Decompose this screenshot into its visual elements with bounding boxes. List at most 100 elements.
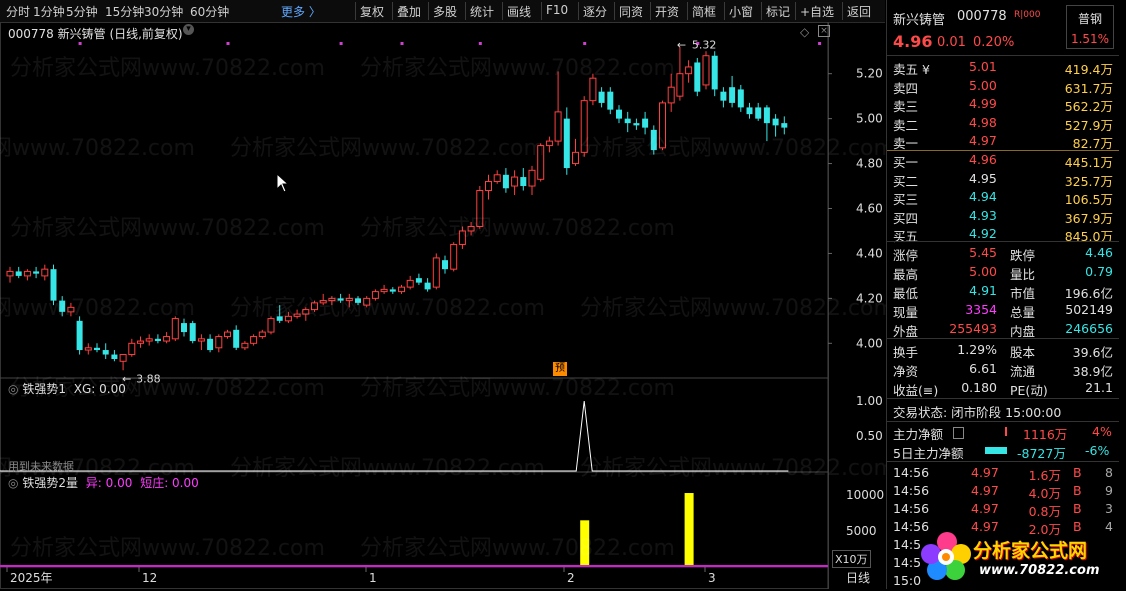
candle-body-down xyxy=(207,338,214,351)
stat-label: 现量 xyxy=(893,305,919,320)
quote-volume: 527.9万 xyxy=(1064,117,1113,133)
tool-button-2[interactable]: 多股 xyxy=(433,3,457,20)
candle-body-up xyxy=(528,169,536,187)
period-tab-1[interactable]: 1分钟 xyxy=(33,3,65,20)
quote-volume: 325.7万 xyxy=(1064,173,1113,189)
quote-price: 5.01 xyxy=(969,59,997,74)
period-tab-3[interactable]: 15分钟 xyxy=(105,3,144,20)
price-axis-label: 4.80 xyxy=(856,157,883,171)
tool-button-3[interactable]: 统计 xyxy=(470,3,494,20)
yu-badge[interactable]: 预 xyxy=(553,362,567,376)
candle-body-up xyxy=(267,318,275,333)
candle-body-up xyxy=(432,257,440,288)
tool-button-5[interactable]: F10 xyxy=(546,3,568,17)
tick-price: 4.97 xyxy=(971,465,999,480)
tool-button-8[interactable]: 开资 xyxy=(655,3,679,20)
candle-body-up xyxy=(119,354,127,362)
candle-body-up xyxy=(145,338,153,342)
candle-body-down xyxy=(694,62,701,92)
zl-row[interactable]: 主力净额 1116万 4% xyxy=(887,423,1119,442)
tick-count: 8 xyxy=(1105,465,1113,480)
tool-button-12[interactable]: +自选 xyxy=(800,3,834,20)
tool-button-7[interactable]: 同资 xyxy=(619,3,643,20)
candle-body-down xyxy=(520,177,527,187)
stat-label: 涨停 xyxy=(893,248,919,263)
candle-body-down xyxy=(755,107,762,119)
ask-row[interactable]: 卖五 ¥ 5.01 419.4万 xyxy=(887,58,1119,77)
bid-row[interactable]: 买三 4.94 106.5万 xyxy=(887,188,1119,207)
period-tab-0[interactable]: 分时 xyxy=(6,3,30,20)
toolbar-separator xyxy=(502,2,503,20)
date-axis-label: 2 xyxy=(567,571,575,585)
chevron-down-icon[interactable]: ▾ xyxy=(183,24,194,35)
toolbar: 分时 1分钟 5分钟 15分钟 30分钟 60分钟 更多 〉 复权 叠加 多股 统计 画线 F10 逐分同… xyxy=(0,0,885,23)
candle-body-up xyxy=(458,230,466,245)
candle-body-up xyxy=(685,66,693,75)
tool-button-9[interactable]: 简框 xyxy=(692,3,716,20)
tick-time: 14:56 xyxy=(893,465,930,480)
candle-body-up xyxy=(6,270,14,277)
close-icon[interactable]: × xyxy=(818,25,830,37)
candle-body-up xyxy=(537,145,545,180)
tool-button-10[interactable]: 小窗 xyxy=(729,3,753,20)
candle-body-up xyxy=(345,297,353,302)
tool-button-13[interactable]: 返回 xyxy=(847,3,871,20)
stat2-row: 换手 1.29% 股本 39.6亿 xyxy=(887,341,1119,360)
ind2-collapse-icon: ◎ xyxy=(8,476,19,490)
candle-body-down xyxy=(624,118,631,124)
ask-row[interactable]: 卖二 4.98 527.9万 xyxy=(887,114,1119,133)
quote-panel: 新兴铸管 000778 R|000 普钢 1.51% 4.96 0.01 0.2… xyxy=(886,0,1126,589)
period-tab-5[interactable]: 60分钟 xyxy=(190,3,229,20)
candle-body-down xyxy=(102,350,109,355)
bid-row[interactable]: 买四 4.93 367.9万 xyxy=(887,207,1119,226)
toolbar-separator xyxy=(650,2,651,20)
period-tab-4[interactable]: 30分钟 xyxy=(144,3,183,20)
stat-value: 0.79 xyxy=(1085,264,1113,279)
candle-body-down xyxy=(616,109,622,119)
quote-label: 买一 xyxy=(893,155,919,170)
ask-row[interactable]: 卖一 4.97 82.7万 xyxy=(887,132,1119,151)
quote-price: 4.94 xyxy=(969,189,997,204)
quote-price: 4.95 xyxy=(969,170,997,186)
stat-value: 196.6亿 xyxy=(1064,286,1113,301)
candle-body-down xyxy=(772,118,779,126)
candle-body-down xyxy=(781,123,788,128)
quote-volume: 106.5万 xyxy=(1064,192,1113,207)
more-periods-button[interactable]: 更多 〉 xyxy=(281,3,321,20)
tool-button-0[interactable]: 复权 xyxy=(360,3,384,20)
stat-row: 最低 4.91 市值 196.6亿 xyxy=(887,282,1119,301)
stat-value: 0.180 xyxy=(961,380,997,395)
candle-body-up xyxy=(485,181,492,192)
candle-body-up xyxy=(241,342,249,349)
ind1-axis-label: 0.50 xyxy=(856,429,883,443)
stat-row: 现量 3354 总量 502149 xyxy=(887,301,1119,320)
candle-body-up xyxy=(250,336,258,344)
bid-row[interactable]: 买二 4.95 325.7万 xyxy=(887,170,1119,189)
stat-value: 246656 xyxy=(1065,321,1113,336)
ind1-collapse-icon: ◎ xyxy=(8,382,19,396)
tool-button-6[interactable]: 逐分 xyxy=(583,3,607,20)
zl5-row[interactable]: 5日主力净额 -8727万 -6% xyxy=(887,442,1119,461)
candle-body-up xyxy=(511,176,519,187)
stat-value: 38.9亿 xyxy=(1072,364,1113,379)
ask-row[interactable]: 卖四 5.00 631.7万 xyxy=(887,77,1119,96)
tool-button-4[interactable]: 画线 xyxy=(507,3,531,20)
toolbar-separator xyxy=(724,2,725,20)
stat-value: 1.29% xyxy=(957,342,997,357)
high-label-arrow: ← xyxy=(677,39,686,52)
quote-label: 买二 xyxy=(893,173,919,189)
period-tab-2[interactable]: 5分钟 xyxy=(66,3,98,20)
x10-label: X10万 xyxy=(832,550,871,568)
diamond-icon[interactable]: ◇ xyxy=(800,25,809,39)
kline-chart[interactable]: 5.205.004.804.604.404.204.00← 5.32← 3.881.… xyxy=(0,22,885,589)
stat-value: 6.61 xyxy=(969,361,997,376)
ask-row[interactable]: 卖三 4.99 562.2万 xyxy=(887,95,1119,114)
sector-badge[interactable]: 普钢 1.51% xyxy=(1066,5,1114,49)
candle-body-up xyxy=(363,297,371,306)
bid-row[interactable]: 买一 4.96 445.1万 xyxy=(887,151,1119,170)
tick-row: 14:56 4.97 4.0万 B 9 xyxy=(887,482,1119,501)
tool-button-1[interactable]: 叠加 xyxy=(397,3,421,20)
toolbar-separator xyxy=(842,2,843,20)
period-label[interactable]: 日线 xyxy=(846,569,870,586)
tool-button-11[interactable]: 标记 xyxy=(766,3,790,20)
